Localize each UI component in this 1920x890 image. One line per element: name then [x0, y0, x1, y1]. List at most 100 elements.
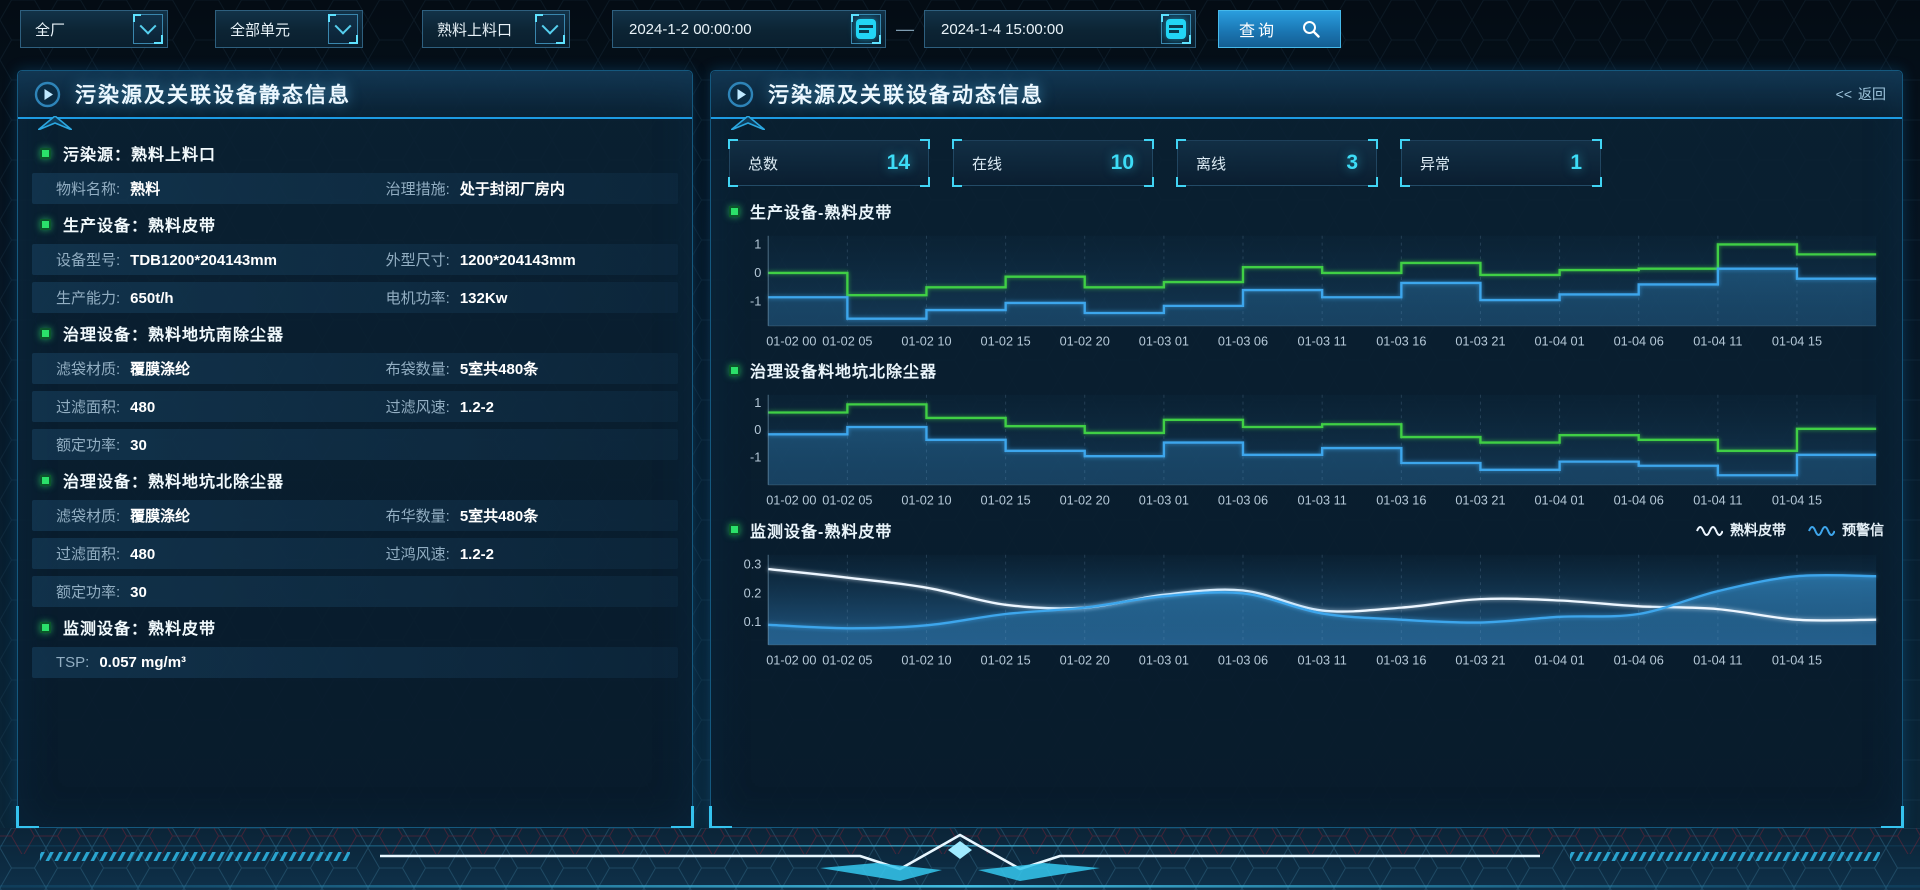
info-row: 额定功率: 30	[32, 429, 678, 460]
unit-select[interactable]: 全部单元	[215, 10, 363, 48]
stat-card: 异常 1	[1401, 140, 1601, 186]
wave-icon	[1696, 524, 1723, 536]
field-label: 物料名称:	[56, 178, 120, 199]
info-row: 设备型号: TDB1200*204143mm 外型尺寸: 1200*204143…	[32, 244, 678, 275]
svg-text:-1: -1	[750, 450, 761, 465]
svg-text:01-04 11: 01-04 11	[1693, 333, 1742, 348]
svg-text:01-03 01: 01-03 01	[1139, 333, 1189, 348]
svg-text:0: 0	[754, 422, 761, 437]
field-value: 覆膜涤纶	[130, 505, 190, 526]
field-value: 650t/h	[130, 290, 173, 307]
green-square-bullet-icon	[40, 622, 51, 633]
chevron-down-icon[interactable]	[535, 14, 565, 44]
info-row: TSP: 0.057 mg/m³	[32, 647, 678, 678]
stat-card: 离线 3	[1177, 140, 1377, 186]
back-button[interactable]: << 返回	[1836, 84, 1886, 104]
info-cell: 布袋数量: 5室共480条	[386, 358, 678, 379]
legend-item[interactable]: 预警信	[1808, 520, 1884, 540]
svg-text:01-04 15: 01-04 15	[1772, 652, 1822, 667]
field-value: 熟料	[130, 178, 160, 199]
legend-label: 预警信	[1842, 520, 1884, 540]
field-label: 设备型号:	[56, 249, 120, 270]
svg-text:01-03 06: 01-03 06	[1218, 493, 1268, 508]
svg-text:01-03 11: 01-03 11	[1298, 333, 1347, 348]
dynamic-info-panel: 污染源及关联设备动态信息 << 返回 总数 14 在线 10 离线 3 异常 1…	[710, 70, 1903, 828]
field-label: 过滤风速:	[386, 396, 450, 417]
chart-canvas: 0.30.20.101-02 0001-02 0501-02 1001-02 1…	[729, 545, 1884, 670]
chart-block: 生产设备-熟料皮带10-101-02 0001-02 0501-02 1001-…	[729, 198, 1884, 351]
chart-block: 监测设备-熟料皮带熟料皮带预警信0.30.20.101-02 0001-02 0…	[729, 517, 1884, 670]
unit-select-value: 全部单元	[230, 19, 290, 40]
svg-text:01-02 20: 01-02 20	[1060, 493, 1110, 508]
source-select-value: 熟料上料口	[437, 19, 512, 40]
field-value: 处于封闭厂房内	[460, 178, 565, 199]
source-select[interactable]: 熟料上料口	[422, 10, 570, 48]
legend-item[interactable]: 熟料皮带	[1696, 520, 1786, 540]
svg-text:01-02 10: 01-02 10	[901, 493, 951, 508]
section-header: 污染源：熟料上料口	[40, 140, 678, 166]
field-value: 1200*204143mm	[460, 252, 576, 269]
end-datetime-input[interactable]: 2024-1-4 15:00:00	[924, 10, 1196, 48]
back-chevrons-icon: <<	[1836, 86, 1852, 102]
chevron-down-icon[interactable]	[133, 14, 163, 44]
query-button[interactable]: 查询	[1218, 10, 1341, 48]
info-cell: 外型尺寸: 1200*204143mm	[386, 249, 678, 270]
svg-text:-1: -1	[750, 293, 761, 308]
stats-row: 总数 14 在线 10 离线 3 异常 1	[729, 140, 1884, 186]
chevron-down-icon[interactable]	[328, 14, 358, 44]
info-row: 滤袋材质: 覆膜涤纶 布袋数量: 5室共480条	[32, 353, 678, 384]
svg-text:01-04 01: 01-04 01	[1534, 493, 1584, 508]
wave-icon	[1808, 524, 1835, 536]
field-value: 30	[130, 584, 147, 601]
svg-text:01-03 16: 01-03 16	[1376, 652, 1426, 667]
green-square-bullet-icon	[729, 206, 740, 217]
chart-canvas: 10-101-02 0001-02 0501-02 1001-02 1501-0…	[729, 226, 1884, 351]
back-button-label: 返回	[1858, 84, 1886, 104]
svg-text:1: 1	[754, 236, 761, 251]
stat-label: 总数	[748, 153, 778, 174]
field-value: 1.2-2	[460, 546, 494, 563]
footer-decoration	[0, 828, 1920, 890]
section-title: 污染源：熟料上料口	[63, 141, 216, 165]
charts-container: 生产设备-熟料皮带10-101-02 0001-02 0501-02 1001-…	[729, 198, 1884, 670]
section-title: 治理设备：熟料地坑北除尘器	[63, 468, 284, 492]
green-square-bullet-icon	[40, 475, 51, 486]
stat-label: 异常	[1420, 153, 1450, 174]
svg-text:01-04 15: 01-04 15	[1772, 493, 1822, 508]
svg-text:01-02 00: 01-02 00	[766, 493, 816, 508]
section-header: 治理设备：熟料地坑北除尘器	[40, 467, 678, 493]
svg-text:01-03 16: 01-03 16	[1376, 493, 1426, 508]
field-value: 480	[130, 399, 155, 416]
info-row: 生产能力: 650t/h 电机功率: 132Kw	[32, 282, 678, 313]
info-cell: 过滤面积: 480	[56, 396, 386, 417]
factory-select[interactable]: 全厂	[20, 10, 168, 48]
green-square-bullet-icon	[729, 524, 740, 535]
calendar-icon[interactable]	[1161, 14, 1191, 44]
svg-text:01-04 11: 01-04 11	[1693, 493, 1742, 508]
start-datetime-input[interactable]: 2024-1-2 00:00:00	[612, 10, 886, 48]
svg-text:01-02 15: 01-02 15	[981, 333, 1031, 348]
field-value: 5室共480条	[460, 358, 538, 379]
stat-value: 1	[1570, 151, 1582, 175]
svg-text:01-03 21: 01-03 21	[1455, 493, 1505, 508]
search-icon	[1302, 20, 1320, 38]
svg-text:01-02 00: 01-02 00	[766, 652, 816, 667]
chart-canvas: 10-101-02 0001-02 0501-02 1001-02 1501-0…	[729, 385, 1884, 510]
field-value: 480	[130, 546, 155, 563]
play-icon	[34, 81, 61, 108]
calendar-icon[interactable]	[851, 14, 881, 44]
field-value: 132Kw	[460, 290, 508, 307]
svg-text:01-02 15: 01-02 15	[981, 652, 1031, 667]
field-label: TSP:	[56, 654, 89, 671]
svg-text:01-02 20: 01-02 20	[1060, 652, 1110, 667]
section-header: 生产设备：熟料皮带	[40, 211, 678, 237]
chevron-up-decoration	[731, 116, 765, 130]
svg-text:01-03 11: 01-03 11	[1298, 652, 1347, 667]
chart-title: 治理设备料地坑北除尘器	[750, 358, 937, 382]
section-header: 治理设备：熟料地坑南除尘器	[40, 320, 678, 346]
info-cell: 额定功率: 30	[56, 581, 386, 602]
stat-card: 总数 14	[729, 140, 929, 186]
field-value: TDB1200*204143mm	[130, 252, 277, 269]
static-info-list: 污染源：熟料上料口 物料名称: 熟料 治理措施: 处于封闭厂房内 生产设备：熟料…	[18, 119, 692, 678]
stat-value: 10	[1111, 151, 1134, 175]
